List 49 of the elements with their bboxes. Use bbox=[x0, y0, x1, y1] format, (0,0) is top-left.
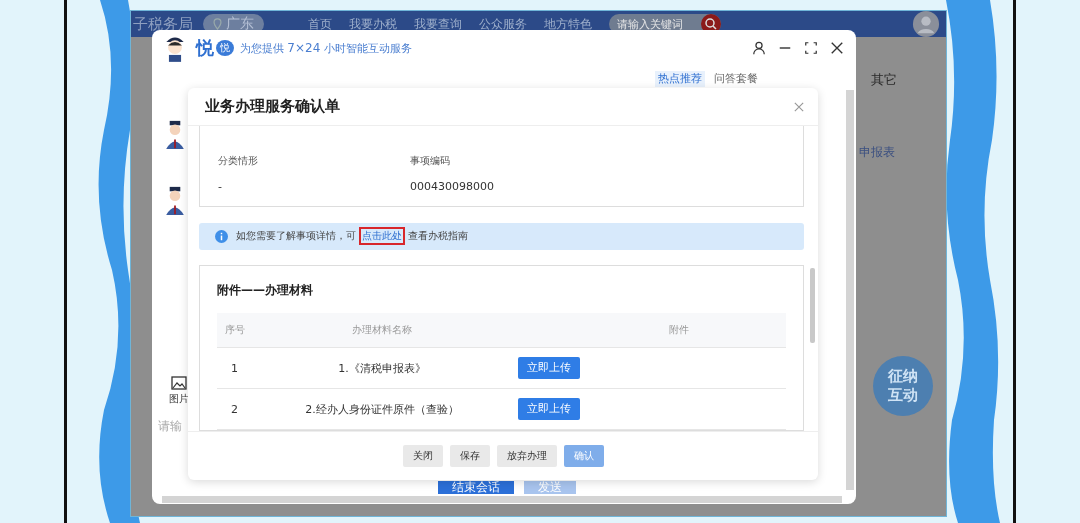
upload-button[interactable]: 立即上传 bbox=[518, 398, 580, 420]
column-header: 附件 bbox=[668, 323, 690, 337]
table-cell-text: 2.经办人身份证件原件（查验） bbox=[304, 401, 460, 417]
chat-tagline: 为您提供 7×24 小时智能互动服务 bbox=[240, 40, 412, 56]
notice-text: 如您需要了解事项详情，可 点击此处 查看办税指南 bbox=[236, 227, 468, 246]
panel-tab[interactable]: 其它 bbox=[859, 71, 897, 89]
nav-link[interactable]: 首页 bbox=[308, 15, 332, 33]
upload-button[interactable]: 立即上传 bbox=[518, 357, 580, 379]
nav-link[interactable]: 公众服务 bbox=[479, 15, 527, 33]
field-value: 000430098000 bbox=[410, 180, 495, 193]
guide-link[interactable]: 点击此处 bbox=[359, 227, 405, 246]
section-title: 附件——办理材料 bbox=[217, 282, 314, 299]
nav-link[interactable]: 我要办税 bbox=[349, 15, 397, 33]
close-icon[interactable] bbox=[830, 41, 844, 55]
site-title: 子税务局 bbox=[133, 14, 193, 34]
column-header: 序号 bbox=[223, 323, 246, 337]
agent-avatar-icon bbox=[164, 186, 186, 216]
footer-button[interactable]: 关闭 bbox=[402, 445, 443, 467]
brand-badge: 悦 bbox=[216, 40, 234, 56]
footer-button[interactable]: 保存 bbox=[449, 445, 490, 467]
field-label: 事项编码 bbox=[410, 154, 451, 168]
chat-button[interactable]: 结束会话 bbox=[438, 481, 514, 494]
brand-logo: 悦 bbox=[196, 36, 214, 60]
scrollbar[interactable] bbox=[162, 496, 842, 503]
agent-avatar-icon bbox=[164, 120, 186, 150]
scrollbar[interactable] bbox=[846, 90, 854, 490]
info-icon bbox=[215, 229, 228, 243]
message-input[interactable]: 请输 bbox=[158, 418, 182, 435]
panel-link[interactable]: 申报表 bbox=[859, 144, 895, 161]
nav-link[interactable]: 地方特色 bbox=[544, 15, 592, 33]
avatar-icon[interactable] bbox=[912, 10, 940, 38]
footer-button[interactable]: 放弃办理 bbox=[496, 445, 557, 467]
field-label: 分类情形 bbox=[218, 154, 259, 168]
scrollbar[interactable] bbox=[810, 268, 815, 343]
nav-link[interactable]: 我要查询 bbox=[414, 15, 462, 33]
column-header: 办理材料名称 bbox=[351, 323, 413, 337]
chat-tab[interactable]: 热点推荐 bbox=[655, 71, 705, 87]
table-cell-text: 2 bbox=[230, 402, 239, 416]
user-icon[interactable] bbox=[752, 41, 766, 55]
location-pin-icon bbox=[213, 18, 222, 30]
dialog-title: 业务办理服务确认单 bbox=[205, 97, 340, 116]
fullscreen-icon[interactable] bbox=[804, 41, 818, 55]
floating-chat-button[interactable]: 征纳互动 bbox=[873, 356, 933, 416]
field-value: - bbox=[218, 180, 223, 193]
table-cell-text: 1.《清税申报表》 bbox=[337, 360, 427, 376]
table-cell-text: 1 bbox=[230, 361, 239, 375]
tool-label: 图片 bbox=[169, 392, 189, 406]
chat-tab[interactable]: 问答套餐 bbox=[711, 71, 761, 87]
image-icon[interactable] bbox=[171, 376, 187, 390]
